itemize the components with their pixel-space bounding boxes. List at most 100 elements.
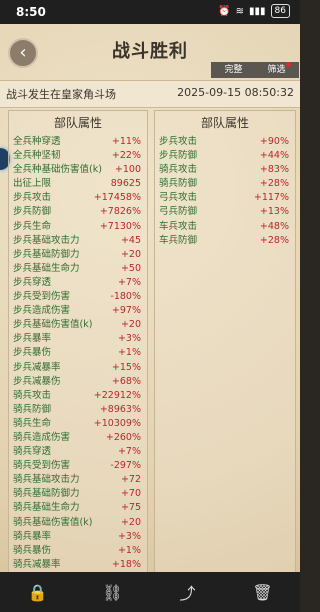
attribute-row: 骑兵暴率 +3% (9, 530, 147, 544)
attribute-name: 骑兵受到伤害 (13, 460, 71, 472)
attribute-value: +22912% (93, 389, 141, 401)
attribute-row: 骑兵基础伤害值(k) +20 (9, 516, 147, 530)
attribute-name: 骑兵防御 (13, 403, 52, 415)
attribute-value: +100 (114, 164, 141, 176)
attribute-value: +44% (259, 150, 289, 162)
attribute-name: 车兵攻击 (159, 220, 198, 232)
attribute-value: -297% (110, 460, 141, 472)
attribute-row: 步兵暴伤 +1% (9, 346, 147, 360)
export-icon[interactable]: ⤴ (173, 580, 203, 604)
attribute-value: +68% (111, 375, 141, 387)
attribute-row: 骑兵攻击 +83% (155, 163, 295, 177)
attribute-row: 骑兵防御 +8963% (9, 403, 147, 417)
attribute-name: 骑兵暴率 (13, 530, 52, 542)
attribute-name: 骑兵攻击 (13, 389, 52, 401)
status-icons: ⏰ ≋ ▮▮▮ 86 (218, 4, 290, 18)
attribute-row: 骑兵基础防御力 +70 (9, 487, 147, 501)
attribute-value: +75 (120, 502, 141, 514)
share-icon[interactable]: ⛓ (98, 583, 128, 602)
attribute-name: 骑兵造成伤害 (13, 431, 71, 443)
attribute-row: 全兵种基础伤害值(k) +100 (9, 163, 147, 177)
battle-datetime: 2025-09-15 08:50:32 (177, 86, 294, 99)
page-title: 战斗胜利 (112, 41, 188, 62)
attribute-row: 车兵防御 +28% (155, 234, 295, 248)
attribute-row: 弓兵防御 +13% (155, 205, 295, 219)
filter-button[interactable]: 筛选 (254, 62, 299, 78)
attribute-value: +13% (259, 206, 289, 218)
panel-heading: 部队属性 (200, 116, 249, 130)
attribute-value: +8963% (99, 403, 141, 415)
attribute-name: 骑兵基础伤害值(k) (13, 516, 93, 528)
attribute-name: 步兵减暴率 (13, 361, 61, 373)
attribute-name: 骑兵基础攻击力 (13, 474, 80, 486)
attribute-row: 弓兵攻击 +117% (155, 191, 295, 205)
attribute-value: +1% (117, 544, 141, 556)
attribute-name: 骑兵减暴率 (13, 558, 61, 570)
attribute-row: 步兵攻击 +17458% (9, 191, 147, 205)
attribute-row: 步兵基础生命力 +50 (9, 262, 147, 276)
trash-icon[interactable]: 🗑 (248, 583, 278, 602)
battery-icon: 86 (270, 4, 290, 18)
attribute-name: 骑兵防御 (159, 178, 198, 190)
attribute-row: 步兵生命 +7130% (9, 220, 147, 234)
attribute-value: +20 (120, 516, 141, 528)
attribute-value: +83% (259, 164, 289, 176)
attribute-value: 89625 (110, 178, 141, 190)
complete-button[interactable]: 完整 (211, 62, 256, 78)
attribute-row: 步兵防御 +7826% (9, 205, 147, 219)
attribute-value: +3% (117, 333, 141, 345)
attribute-name: 步兵攻击 (13, 192, 52, 204)
attribute-value: +7130% (99, 220, 141, 232)
left-attributes-panel[interactable]: 部队属性 全兵种穿透 +11% 全兵种坚韧 +22% 全兵种基础伤害值(k) +100 出征… (8, 110, 148, 572)
attribute-value: +28% (259, 234, 289, 246)
attribute-name: 步兵受到伤害 (13, 291, 71, 303)
attribute-name: 骑兵基础生命力 (13, 502, 80, 514)
attribute-value: +1% (117, 347, 141, 359)
attribute-row: 骑兵攻击 +22912% (9, 389, 147, 403)
attribute-name: 弓兵防御 (159, 206, 198, 218)
panel-heading: 部队属性 (53, 116, 102, 130)
right-attributes-panel[interactable]: 部队属性 步兵攻击 +90% 步兵防御 +44% 骑兵攻击 +83% 骑兵防御 +28% 弓兵攻… (154, 110, 296, 572)
attribute-name: 步兵暴率 (13, 333, 52, 345)
attribute-row: 骑兵穿透 +7% (9, 445, 147, 459)
attribute-name: 骑兵穿透 (13, 446, 52, 458)
attribute-row: 全兵种穿透 +11% (9, 135, 147, 149)
attribute-name: 步兵基础生命力 (13, 262, 80, 274)
bottom-toolbar: 🔒 ⛓ ⤴ 🗑 (0, 572, 300, 612)
attribute-row: 骑兵基础生命力 +75 (9, 501, 147, 515)
attribute-row: 全兵种坚韧 +22% (9, 149, 147, 163)
attribute-value: +117% (253, 192, 289, 204)
attribute-row: 步兵基础攻击力 +45 (9, 234, 147, 248)
attribute-row: 骑兵造成伤害 +260% (9, 431, 147, 445)
lock-icon[interactable]: 🔒 (23, 583, 53, 602)
attribute-value: +20 (120, 248, 141, 260)
attribute-row: 骑兵受到伤害 -297% (9, 459, 147, 473)
attribute-value: +90% (259, 136, 289, 147)
attribute-row: 车兵攻击 +48% (155, 220, 295, 234)
attribute-name: 骑兵生命 (13, 417, 52, 429)
attribute-name: 全兵种穿透 (13, 136, 61, 147)
attribute-row: 步兵穿透 +7% (9, 276, 147, 290)
wifi-icon: ≋ (235, 5, 245, 17)
attribute-list: 步兵攻击 +90% 步兵防御 +44% 骑兵攻击 +83% 骑兵防御 +28% 弓兵攻击 +117… (155, 135, 295, 248)
attribute-value: +48% (259, 220, 289, 232)
attribute-name: 车兵防御 (159, 234, 198, 246)
attribute-name: 步兵生命 (13, 220, 52, 232)
attribute-value: +7826% (99, 206, 141, 218)
attribute-value: +15% (111, 361, 141, 373)
battle-report-panel: ‹ 战斗胜利 完整 筛选 战斗发生在皇家角斗场 2025-09-15 08:50… (0, 24, 300, 572)
attribute-name: 步兵暴伤 (13, 347, 52, 359)
attribute-name: 弓兵攻击 (159, 192, 198, 204)
attribute-row: 步兵基础伤害值(k) +20 (9, 318, 147, 332)
attribute-name: 步兵基础伤害值(k) (13, 319, 93, 331)
attribute-row: 步兵造成伤害 +97% (9, 304, 147, 318)
attribute-value: +11% (111, 136, 141, 147)
attribute-value: +45 (120, 234, 141, 246)
attribute-name: 全兵种坚韧 (13, 150, 61, 162)
attribute-row: 骑兵防御 +28% (155, 177, 295, 191)
attribute-row: 步兵减暴率 +15% (9, 361, 147, 375)
attribute-row: 步兵基础防御力 +20 (9, 248, 147, 262)
attribute-name: 步兵穿透 (13, 276, 52, 288)
signal-icon: ▮▮▮ (249, 5, 266, 17)
attribute-name: 步兵攻击 (159, 136, 198, 147)
